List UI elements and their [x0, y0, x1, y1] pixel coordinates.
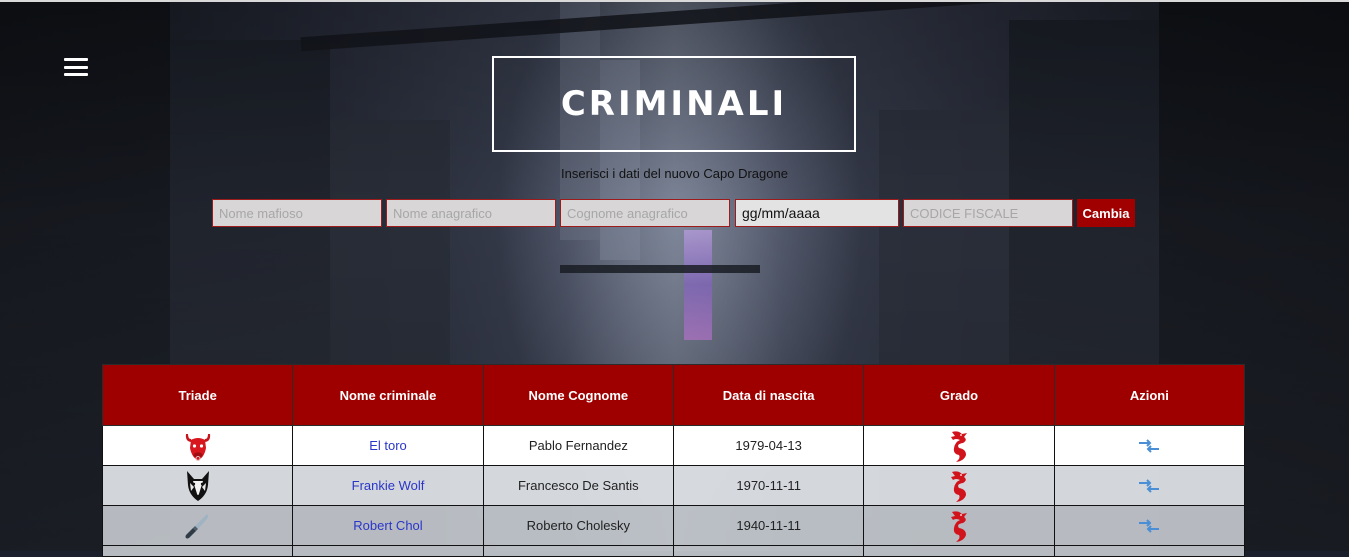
nome-criminale-cell: El toro: [292, 425, 484, 466]
nome-cognome-cell: Pablo Fernandez: [482, 425, 674, 466]
nome-anagrafico-input[interactable]: [386, 199, 556, 227]
page-title: CRIMINALI: [560, 84, 788, 124]
page-title-box: CRIMINALI: [492, 56, 856, 152]
table-header-row: Triade Nome criminale Nome Cognome Data …: [101, 364, 1246, 426]
header-nome-criminale: Nome criminale: [292, 364, 484, 426]
grado-cell: [863, 545, 1055, 557]
cambia-button[interactable]: Cambia: [1077, 199, 1135, 227]
red-dragon-icon: [950, 430, 967, 462]
data-nascita-cell: 1940-11-11: [672, 505, 865, 546]
triade-cell: [101, 545, 294, 557]
triade-cell: [101, 425, 294, 466]
criminale-link[interactable]: Frankie Wolf: [352, 478, 425, 493]
red-dragon-icon: [950, 510, 967, 542]
swap-arrows-icon[interactable]: [1137, 439, 1161, 453]
nome-criminale-cell: [292, 545, 484, 557]
bull-icon: [185, 433, 210, 461]
criminali-table: Triade Nome criminale Nome Cognome Data …: [101, 364, 1246, 557]
swap-arrows-icon[interactable]: [1137, 519, 1161, 533]
data-nascita-cell: 1970-11-11: [672, 465, 865, 506]
codice-fiscale-input[interactable]: [903, 199, 1073, 227]
triade-cell: [101, 465, 294, 506]
wolf-icon: [186, 470, 209, 501]
grado-cell: [863, 425, 1055, 466]
header-grado: Grado: [863, 364, 1055, 426]
knife-icon: [185, 513, 208, 538]
data-nascita-cell: [672, 545, 865, 557]
page-subtitle: Inserisci i dati del nuovo Capo Dragone: [561, 166, 788, 181]
data-nascita-input[interactable]: [735, 199, 899, 227]
azioni-cell: [1053, 425, 1246, 466]
header-data-nascita: Data di nascita: [672, 364, 865, 426]
table-row: Frankie Wolf Francesco De Santis 1970-11…: [101, 465, 1246, 506]
triade-cell: [101, 505, 294, 546]
red-dragon-icon: [950, 470, 967, 502]
cognome-anagrafico-input[interactable]: [560, 199, 730, 227]
nome-mafioso-input[interactable]: [212, 199, 382, 227]
table-row: [101, 545, 1246, 557]
grado-cell: [863, 505, 1055, 546]
top-border: [0, 0, 1349, 2]
grado-cell: [863, 465, 1055, 506]
nome-cognome-cell: [482, 545, 674, 557]
header-nome-cognome: Nome Cognome: [482, 364, 674, 426]
nome-cognome-cell: Roberto Cholesky: [482, 505, 674, 546]
azioni-cell: [1053, 545, 1246, 557]
header-triade: Triade: [101, 364, 294, 426]
nome-criminale-cell: Robert Chol: [292, 505, 484, 546]
criminale-link[interactable]: Robert Chol: [353, 518, 422, 533]
table-row: Robert Chol Roberto Cholesky 1940-11-11: [101, 505, 1246, 546]
nome-cognome-cell: Francesco De Santis: [482, 465, 674, 506]
swap-arrows-icon[interactable]: [1137, 479, 1161, 493]
criminale-link[interactable]: El toro: [369, 438, 407, 453]
azioni-cell: [1053, 465, 1246, 506]
nome-criminale-cell: Frankie Wolf: [292, 465, 484, 506]
data-nascita-cell: 1979-04-13: [672, 425, 865, 466]
table-row: El toro Pablo Fernandez 1979-04-13: [101, 425, 1246, 466]
hamburger-menu-icon[interactable]: [64, 58, 88, 76]
azioni-cell: [1053, 505, 1246, 546]
header-azioni: Azioni: [1053, 364, 1246, 426]
